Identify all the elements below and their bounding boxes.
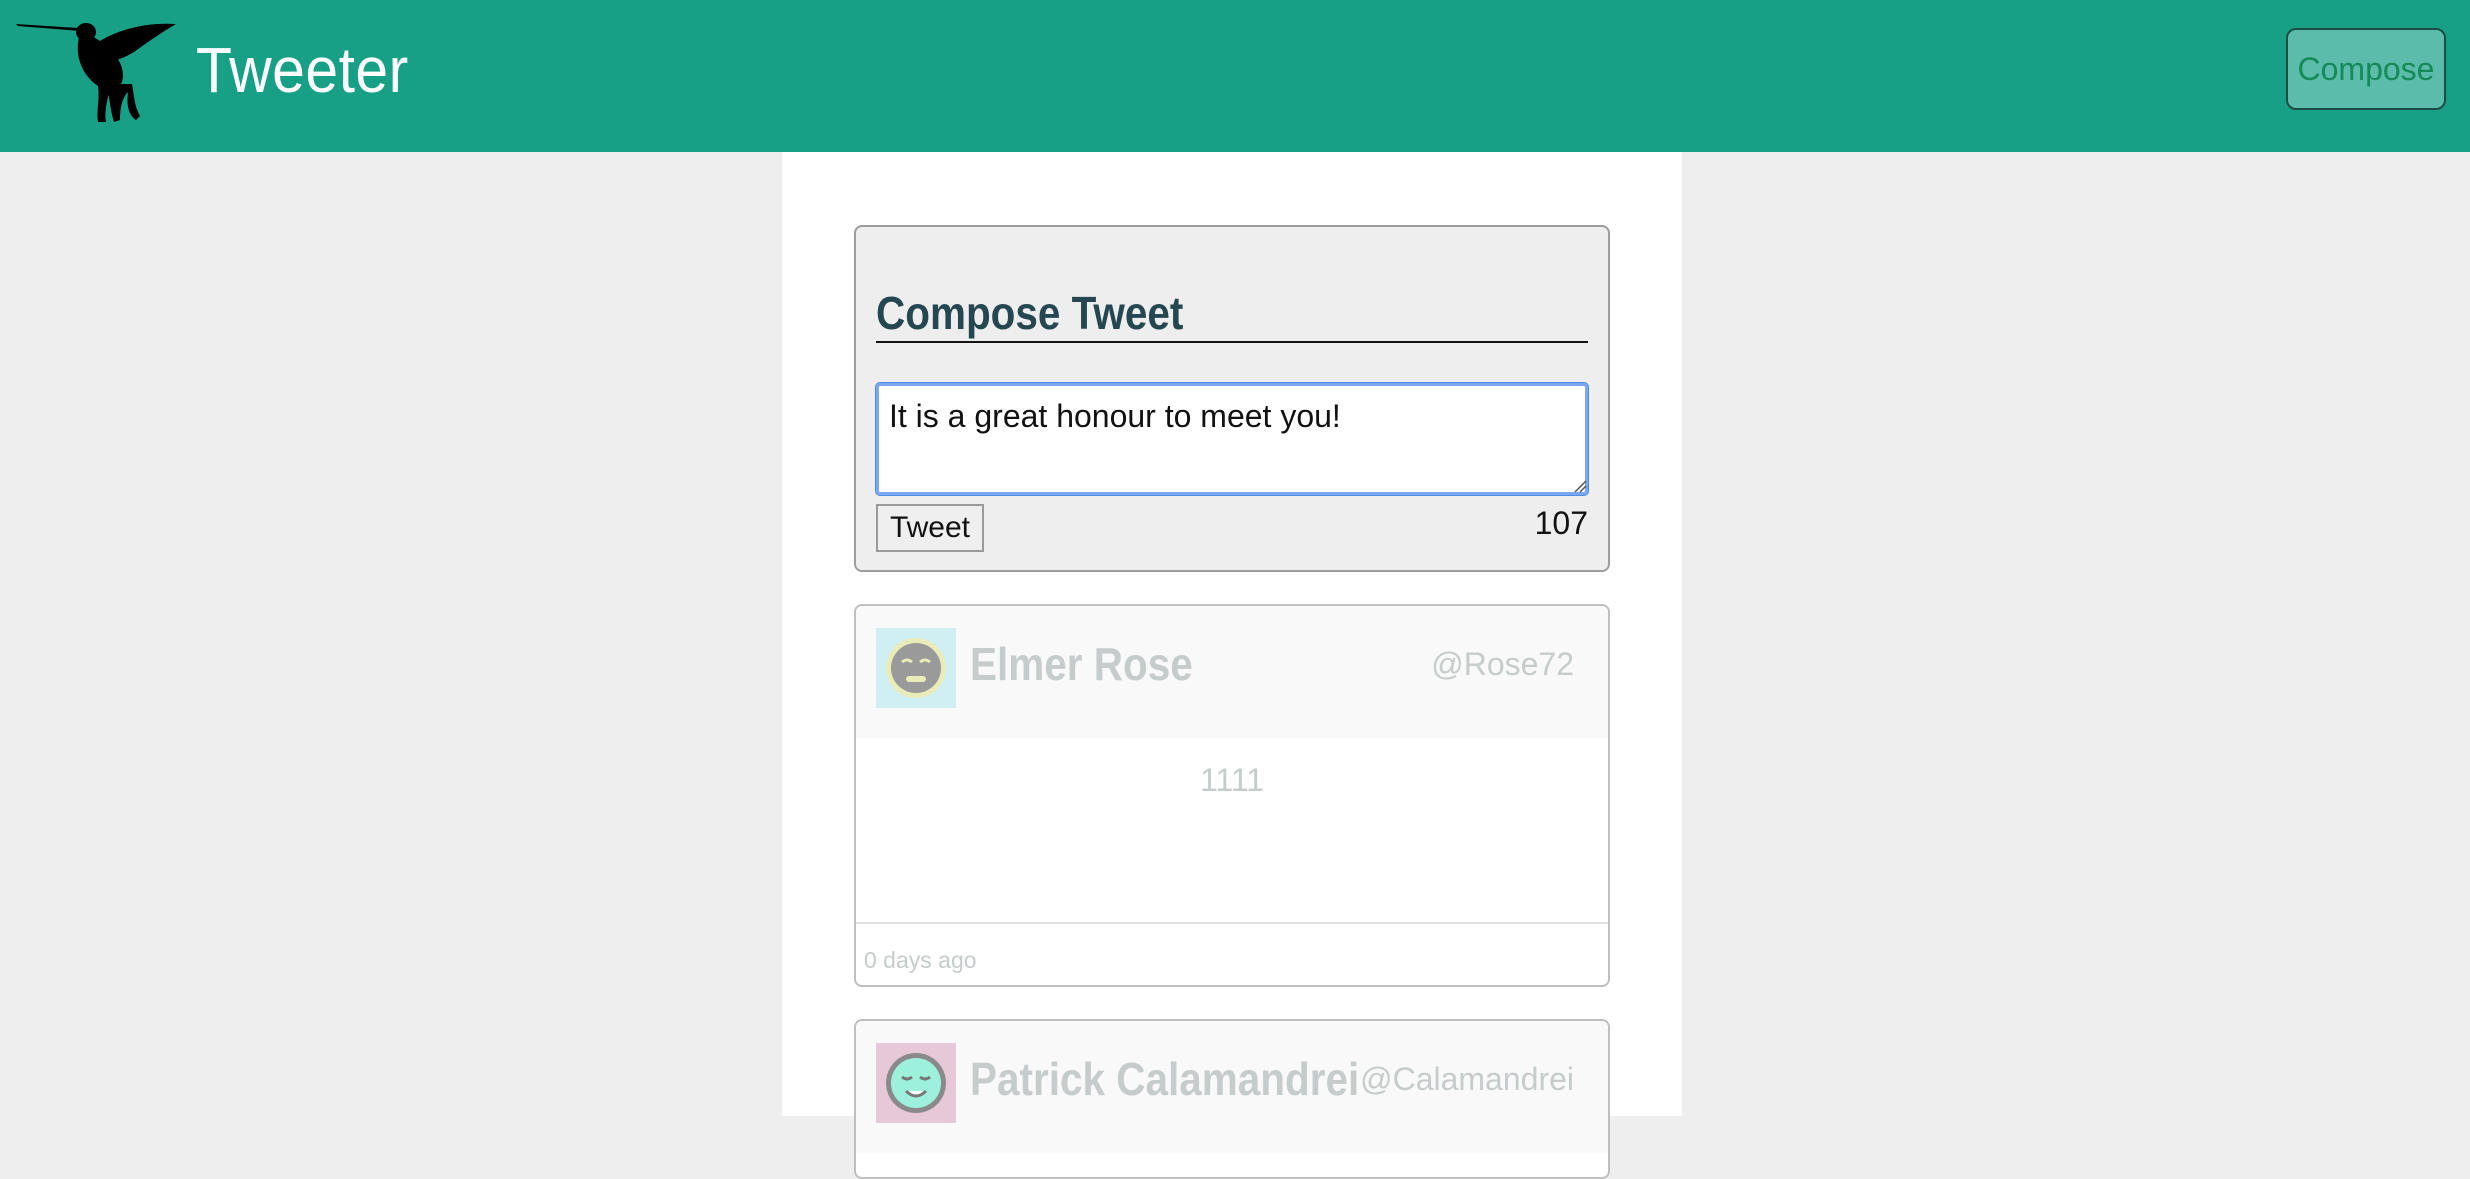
- tweet-textarea[interactable]: It is a great honour to meet you!: [875, 382, 1589, 496]
- face-avatar-icon: [876, 1043, 956, 1123]
- author-handle: @Calamandrei: [1360, 1061, 1574, 1097]
- resize-grip-icon[interactable]: [1573, 479, 1587, 493]
- tweet-header: Patrick Calamandrei @Calamandrei: [856, 1021, 1608, 1153]
- tweet-timestamp: 0 days ago: [864, 947, 977, 973]
- app-title: Tweeter: [196, 34, 409, 106]
- compose-tweet-form: Compose Tweet It is a great honour to me…: [854, 225, 1610, 572]
- compose-button[interactable]: Compose: [2286, 28, 2446, 110]
- char-counter: 107: [1534, 505, 1588, 541]
- author-handle: @Rose72: [1431, 646, 1574, 682]
- tweet-content: 1111: [1199, 762, 1265, 798]
- hummingbird-icon: [16, 23, 176, 122]
- tweet-footer: 0 days ago: [856, 922, 1608, 985]
- tweet-card: Patrick Calamandrei @Calamandrei: [854, 1019, 1610, 1179]
- top-nav-bar: Tweeter Compose: [0, 0, 2470, 152]
- tweet-button[interactable]: Tweet: [876, 504, 984, 552]
- tweet-header: Elmer Rose @Rose72: [856, 606, 1608, 738]
- author-name: Patrick Calamandrei: [970, 1053, 1360, 1105]
- face-avatar-icon: [876, 628, 956, 708]
- compose-heading-text: Compose Tweet: [876, 287, 1184, 339]
- compose-heading: Compose Tweet: [876, 287, 1588, 343]
- tweet-card: Elmer Rose @Rose72 1111 0 days ago: [854, 604, 1610, 987]
- author-name: Elmer Rose: [970, 638, 1193, 690]
- main-column: Compose Tweet It is a great honour to me…: [782, 152, 1682, 1179]
